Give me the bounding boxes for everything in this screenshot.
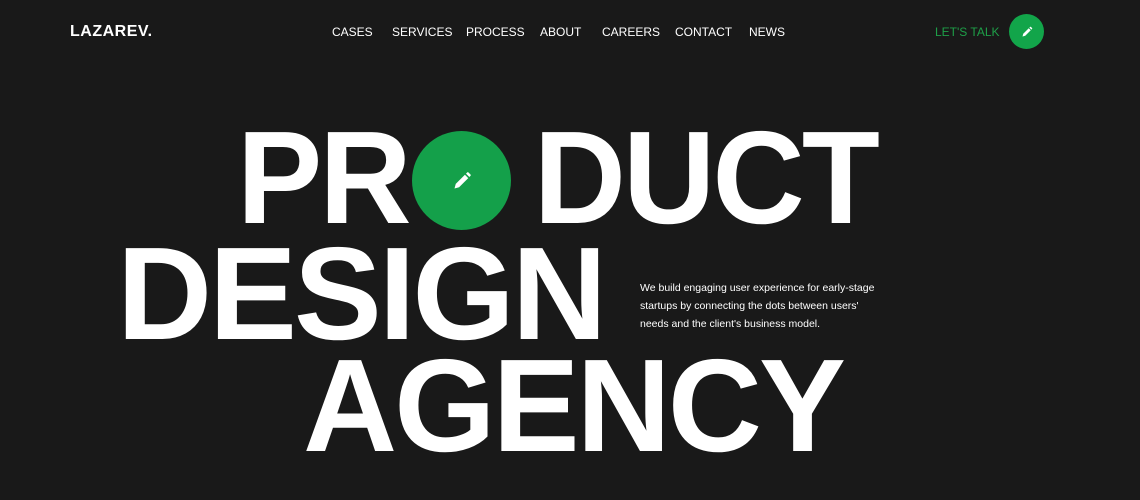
nav-item-contact[interactable]: CONTACT: [675, 24, 732, 40]
pencil-icon: [454, 171, 471, 188]
nav-item-about[interactable]: ABOUT: [540, 24, 581, 40]
nav-item-services[interactable]: SERVICES: [392, 24, 452, 40]
nav-item-process[interactable]: PROCESS: [466, 24, 525, 40]
nav-item-cases[interactable]: CASES: [332, 24, 373, 40]
lets-talk-button[interactable]: [1009, 14, 1044, 49]
pencil-icon: [1022, 26, 1032, 36]
hero-green-circle[interactable]: [412, 131, 511, 230]
hero-description: We build engaging user experience for ea…: [640, 281, 875, 330]
lets-talk-link[interactable]: LET'S TALK: [935, 24, 1000, 40]
nav-item-careers[interactable]: CAREERS: [602, 24, 660, 40]
nav-item-news[interactable]: NEWS: [749, 24, 785, 40]
hero-headline-line-3: AGENCY: [303, 332, 846, 479]
